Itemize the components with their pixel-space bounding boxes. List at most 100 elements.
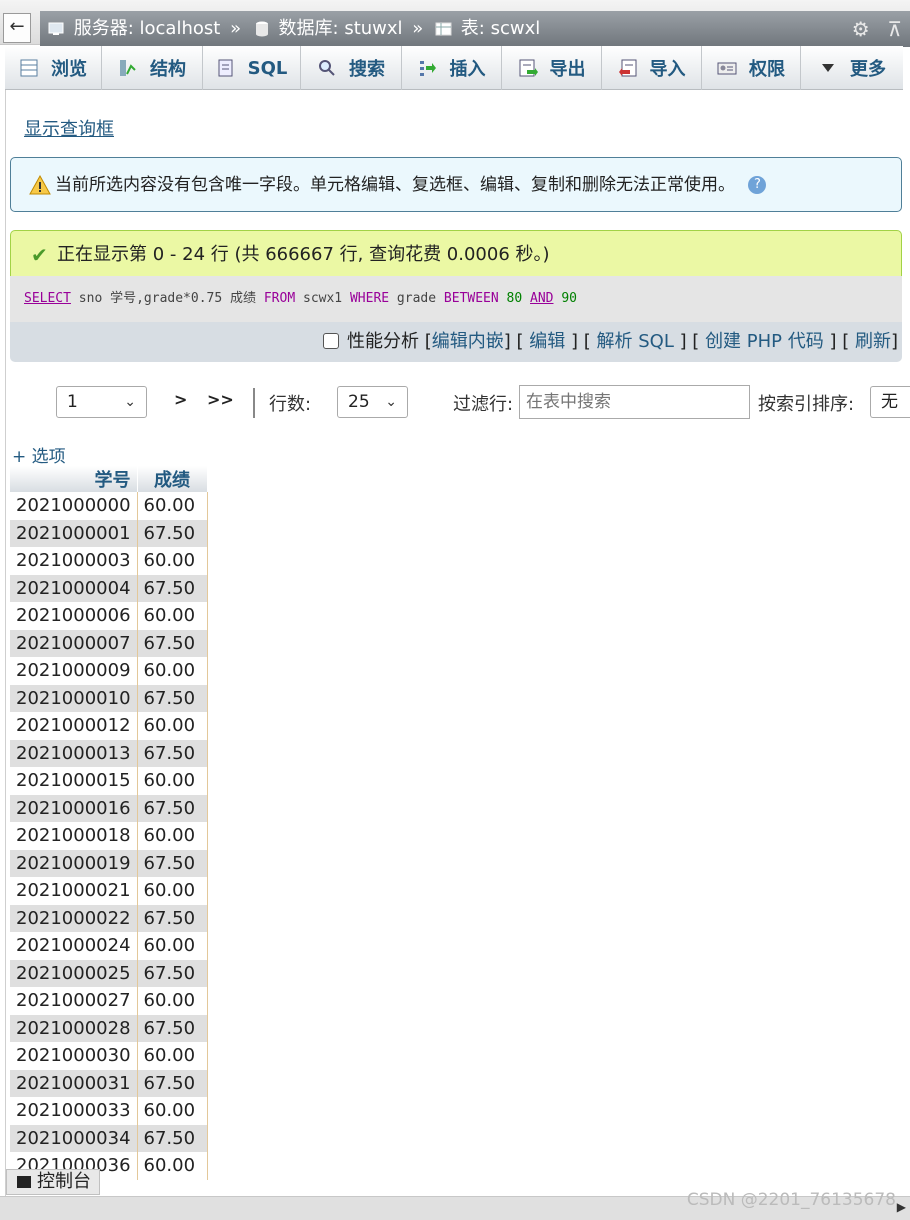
cell-grade[interactable]: 60.00 <box>136 657 208 685</box>
table-row[interactable]: 2021000006 60.00 <box>10 602 208 630</box>
cell-sno[interactable]: 2021000021 <box>10 877 138 905</box>
cell-sno[interactable]: 2021000000 <box>10 492 138 520</box>
create-php-link[interactable]: 创建 PHP 代码 <box>705 331 824 352</box>
tab-import[interactable]: 导入 <box>602 46 702 90</box>
breadcrumb-server[interactable]: 服务器: localhost <box>74 18 221 39</box>
cell-sno[interactable]: 2021000006 <box>10 602 138 630</box>
cell-sno[interactable]: 2021000033 <box>10 1097 138 1125</box>
table-row[interactable]: 2021000001 67.50 <box>10 519 208 547</box>
scroll-right-icon[interactable]: ▶ <box>897 1200 906 1214</box>
tab-export[interactable]: 导出 <box>502 46 602 90</box>
cell-grade[interactable]: 67.50 <box>136 1069 208 1097</box>
cell-grade[interactable]: 67.50 <box>136 519 208 547</box>
gear-icon[interactable]: ⚙ <box>852 17 870 41</box>
back-arrow-icon[interactable]: ← <box>3 13 31 43</box>
profiling-checkbox[interactable] <box>323 333 340 349</box>
table-row[interactable]: 2021000010 67.50 <box>10 684 208 712</box>
cell-sno[interactable]: 2021000012 <box>10 712 138 740</box>
cell-grade[interactable]: 67.50 <box>136 959 208 987</box>
table-row[interactable]: 2021000030 60.00 <box>10 1042 208 1070</box>
inline-edit-link[interactable]: 编辑内嵌 <box>432 331 504 352</box>
cell-grade[interactable]: 60.00 <box>136 712 208 740</box>
tab-browse[interactable]: 浏览 <box>5 46 102 90</box>
cell-sno[interactable]: 2021000034 <box>10 1124 138 1152</box>
cell-grade[interactable]: 67.50 <box>136 904 208 932</box>
cell-grade[interactable]: 60.00 <box>136 547 208 575</box>
tab-insert[interactable]: 插入 <box>402 46 502 90</box>
sort-select[interactable]: 无 <box>870 386 910 418</box>
table-row[interactable]: 2021000015 60.00 <box>10 767 208 795</box>
cell-sno[interactable]: 2021000016 <box>10 794 138 822</box>
help-icon[interactable]: ? <box>748 176 767 194</box>
cell-grade[interactable]: 67.50 <box>136 739 208 767</box>
cell-sno[interactable]: 2021000019 <box>10 849 138 877</box>
cell-sno[interactable]: 2021000009 <box>10 657 138 685</box>
next-page-button[interactable]: > <box>174 390 187 409</box>
cell-sno[interactable]: 2021000018 <box>10 822 138 850</box>
console-button[interactable]: 控制台 <box>6 1169 100 1195</box>
table-row[interactable]: 2021000004 67.50 <box>10 574 208 602</box>
breadcrumb-table[interactable]: 表: scwxl <box>461 18 540 39</box>
cell-grade[interactable]: 67.50 <box>136 1124 208 1152</box>
table-row[interactable]: 2021000013 67.50 <box>10 739 208 767</box>
options-link[interactable]: + 选项 <box>12 442 66 467</box>
breadcrumb-database[interactable]: 数据库: stuwxl <box>279 18 403 39</box>
cell-sno[interactable]: 2021000003 <box>10 547 138 575</box>
table-row[interactable]: 2021000009 60.00 <box>10 657 208 685</box>
cell-sno[interactable]: 2021000024 <box>10 932 138 960</box>
column-header-grade[interactable]: 成绩 <box>137 466 208 492</box>
cell-grade[interactable]: 60.00 <box>136 1042 208 1070</box>
last-page-button[interactable]: >> <box>207 390 234 409</box>
table-row[interactable]: 2021000027 60.00 <box>10 987 208 1015</box>
cell-grade[interactable]: 67.50 <box>136 629 208 657</box>
table-row[interactable]: 2021000003 60.00 <box>10 547 208 575</box>
cell-sno[interactable]: 2021000031 <box>10 1069 138 1097</box>
table-row[interactable]: 2021000025 67.50 <box>10 959 208 987</box>
tab-structure[interactable]: 结构 <box>102 46 203 90</box>
cell-sno[interactable]: 2021000027 <box>10 987 138 1015</box>
table-row[interactable]: 2021000019 67.50 <box>10 849 208 877</box>
filter-rows-input[interactable] <box>519 385 750 419</box>
cell-sno[interactable]: 2021000007 <box>10 629 138 657</box>
cell-sno[interactable]: 2021000028 <box>10 1014 138 1042</box>
collapse-icon[interactable]: ⊼ <box>887 17 902 41</box>
cell-grade[interactable]: 60.00 <box>136 1152 208 1180</box>
table-row[interactable]: 2021000024 60.00 <box>10 932 208 960</box>
sql-keyword-and[interactable]: AND <box>530 291 553 306</box>
table-row[interactable]: 2021000000 60.00 <box>10 492 208 520</box>
cell-grade[interactable]: 60.00 <box>136 877 208 905</box>
cell-sno[interactable]: 2021000013 <box>10 739 138 767</box>
rows-select[interactable]: 25 ⌄ <box>337 386 408 418</box>
table-row[interactable]: 2021000007 67.50 <box>10 629 208 657</box>
cell-grade[interactable]: 60.00 <box>136 1097 208 1125</box>
cell-grade[interactable]: 67.50 <box>136 1014 208 1042</box>
tab-privileges[interactable]: 权限 <box>702 46 801 90</box>
tab-more[interactable]: 更多 <box>801 46 903 90</box>
tab-search[interactable]: 搜索 <box>301 46 402 90</box>
table-row[interactable]: 2021000012 60.00 <box>10 712 208 740</box>
cell-sno[interactable]: 2021000001 <box>10 519 138 547</box>
cell-sno[interactable]: 2021000022 <box>10 904 138 932</box>
cell-grade[interactable]: 67.50 <box>136 794 208 822</box>
cell-grade[interactable]: 60.00 <box>136 932 208 960</box>
page-select[interactable]: 1 ⌄ <box>56 386 147 418</box>
cell-sno[interactable]: 2021000030 <box>10 1042 138 1070</box>
cell-grade[interactable]: 60.00 <box>136 987 208 1015</box>
tab-sql[interactable]: SQL <box>203 46 301 90</box>
table-row[interactable]: 2021000031 67.50 <box>10 1069 208 1097</box>
cell-grade[interactable]: 60.00 <box>136 822 208 850</box>
sql-keyword-select[interactable]: SELECT <box>24 291 71 306</box>
refresh-link[interactable]: 刷新 <box>855 331 891 352</box>
column-header-sno[interactable]: 学号 <box>10 466 138 492</box>
edit-link[interactable]: 编辑 <box>529 331 565 352</box>
table-row[interactable]: 2021000033 60.00 <box>10 1097 208 1125</box>
table-row[interactable]: 2021000021 60.00 <box>10 877 208 905</box>
table-row[interactable]: 2021000016 67.50 <box>10 794 208 822</box>
cell-sno[interactable]: 2021000025 <box>10 959 138 987</box>
show-query-link[interactable]: 显示查询框 <box>24 115 114 141</box>
cell-sno[interactable]: 2021000015 <box>10 767 138 795</box>
explain-sql-link[interactable]: 解析 SQL <box>597 331 674 352</box>
table-row[interactable]: 2021000018 60.00 <box>10 822 208 850</box>
cell-sno[interactable]: 2021000010 <box>10 684 138 712</box>
table-row[interactable]: 2021000034 67.50 <box>10 1124 208 1152</box>
